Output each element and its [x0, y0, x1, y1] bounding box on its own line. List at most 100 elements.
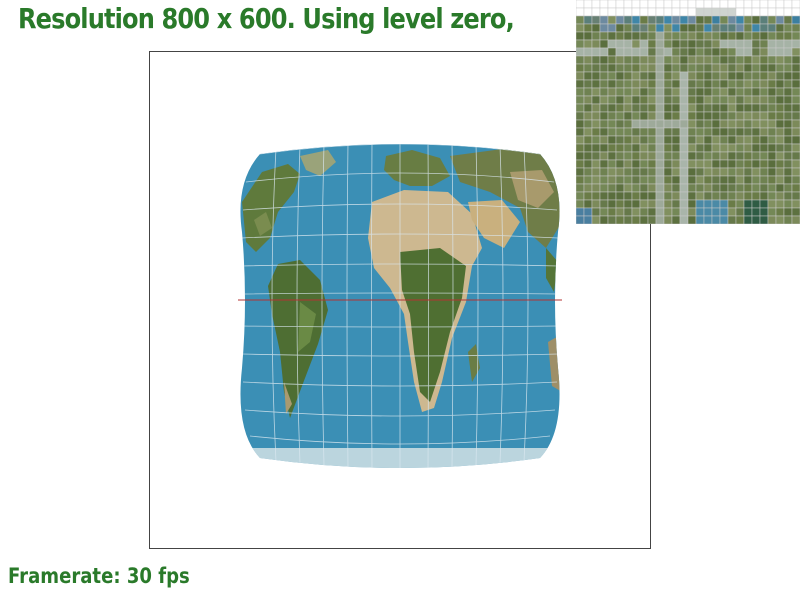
- texel-cell: [615, 127, 625, 137]
- texel-cell: [679, 183, 689, 193]
- texel-cell: [791, 119, 800, 129]
- texel-cell: [695, 103, 705, 113]
- texel-cell: [623, 23, 633, 33]
- texel-cell: [743, 79, 753, 89]
- pixel-magnifier: [576, 0, 800, 224]
- texel-cell: [687, 127, 697, 137]
- texel-cell: [775, 31, 785, 41]
- texel-cell: [719, 191, 729, 201]
- texel-cell: [671, 63, 681, 73]
- texel-cell: [727, 55, 737, 65]
- texel-cell: [583, 23, 593, 33]
- texel-cell: [576, 39, 585, 49]
- texel-cell: [711, 71, 721, 81]
- texel-cell: [615, 71, 625, 81]
- texel-cell: [631, 183, 641, 193]
- texel-cell: [775, 199, 785, 209]
- texel-cell: [735, 207, 745, 217]
- texel-cell: [671, 215, 681, 224]
- texel-cell: [711, 95, 721, 105]
- texel-cell: [663, 159, 673, 169]
- texel-cell: [655, 71, 665, 81]
- texel-cell: [735, 95, 745, 105]
- texel-cell: [791, 31, 800, 41]
- texel-cell: [735, 215, 745, 224]
- texel-cell: [639, 23, 649, 33]
- texel-cell: [583, 7, 593, 17]
- texel-cell: [591, 111, 601, 121]
- texel-cell: [695, 23, 705, 33]
- texel-cell: [759, 111, 769, 121]
- texel-cell: [679, 63, 689, 73]
- texel-cell: [711, 143, 721, 153]
- texel-cell: [719, 47, 729, 57]
- texel-cell: [767, 15, 777, 25]
- texel-cell: [687, 95, 697, 105]
- texel-cell: [599, 215, 609, 224]
- texel-cell: [655, 39, 665, 49]
- texel-cell: [599, 87, 609, 97]
- texel-cell: [623, 143, 633, 153]
- texel-cell: [647, 79, 657, 89]
- texel-cell: [767, 111, 777, 121]
- texel-cell: [647, 47, 657, 57]
- texel-cell: [775, 167, 785, 177]
- texel-cell: [767, 175, 777, 185]
- texel-cell: [703, 191, 713, 201]
- texel-cell: [783, 39, 793, 49]
- texel-cell: [647, 39, 657, 49]
- texel-cell: [607, 95, 617, 105]
- texel-cell: [576, 63, 585, 73]
- texel-cell: [599, 39, 609, 49]
- texel-cell: [607, 55, 617, 65]
- texel-cell: [751, 159, 761, 169]
- texel-cell: [655, 143, 665, 153]
- texel-cell: [576, 119, 585, 129]
- texel-cell: [639, 71, 649, 81]
- texel-cell: [743, 15, 753, 25]
- texel-cell: [695, 175, 705, 185]
- texel-cell: [576, 7, 585, 17]
- texel-cell: [791, 0, 800, 9]
- texel-cell: [591, 215, 601, 224]
- texel-cell: [687, 39, 697, 49]
- texel-cell: [607, 47, 617, 57]
- texel-cell: [767, 47, 777, 57]
- texel-cell: [751, 143, 761, 153]
- texel-cell: [679, 39, 689, 49]
- texel-cell: [655, 15, 665, 25]
- texel-cell: [767, 7, 777, 17]
- texel-cell: [743, 199, 753, 209]
- texel-cell: [711, 199, 721, 209]
- texel-cell: [775, 159, 785, 169]
- texel-cell: [719, 15, 729, 25]
- texel-cell: [623, 55, 633, 65]
- texel-cell: [599, 199, 609, 209]
- texel-cell: [775, 15, 785, 25]
- texel-cell: [591, 15, 601, 25]
- texel-cell: [671, 95, 681, 105]
- texel-cell: [679, 15, 689, 25]
- texel-cell: [639, 135, 649, 145]
- texel-cell: [591, 87, 601, 97]
- texel-cell: [663, 87, 673, 97]
- texel-cell: [591, 79, 601, 89]
- texel-cell: [759, 151, 769, 161]
- texel-cell: [576, 23, 585, 33]
- texel-cell: [783, 175, 793, 185]
- texel-cell: [767, 183, 777, 193]
- texel-cell: [719, 31, 729, 41]
- texel-cell: [759, 31, 769, 41]
- texel-cell: [671, 135, 681, 145]
- texel-cell: [711, 183, 721, 193]
- texel-cell: [687, 111, 697, 121]
- texel-cell: [615, 175, 625, 185]
- texel-cell: [639, 207, 649, 217]
- texel-cell: [663, 167, 673, 177]
- texel-cell: [639, 215, 649, 224]
- texel-cell: [671, 79, 681, 89]
- texel-cell: [775, 71, 785, 81]
- texel-cell: [663, 127, 673, 137]
- texel-cell: [623, 39, 633, 49]
- texel-cell: [727, 103, 737, 113]
